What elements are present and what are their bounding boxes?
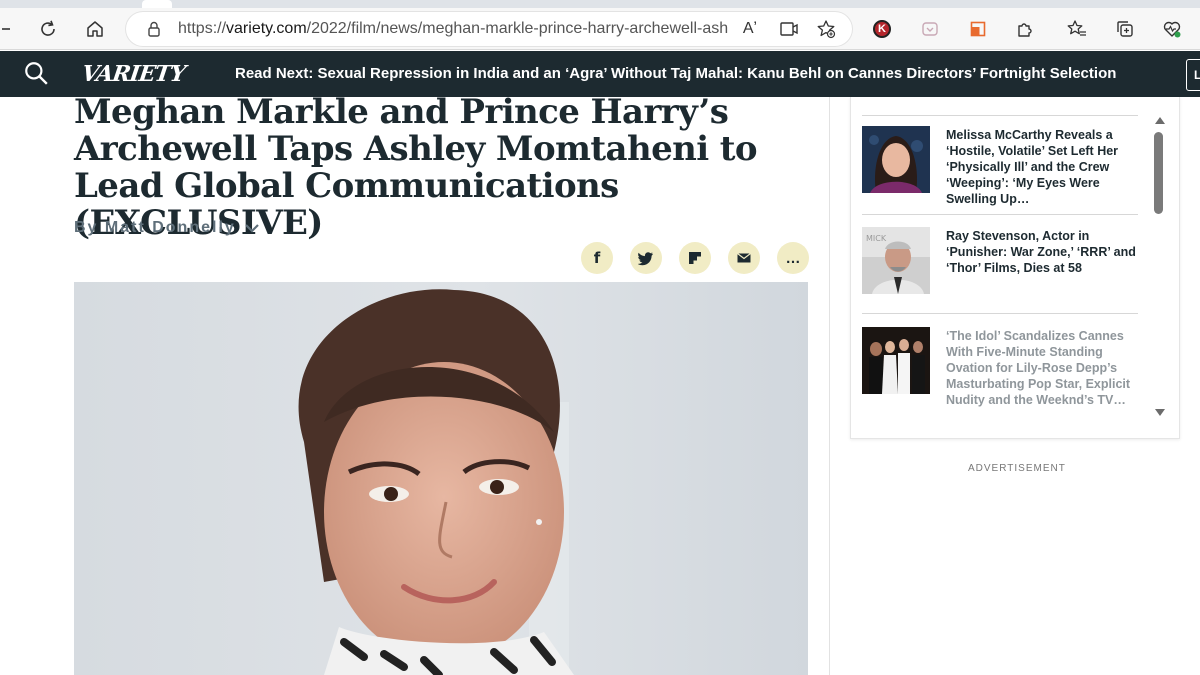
- pocket-icon: [922, 22, 938, 36]
- active-tab[interactable]: [142, 0, 172, 8]
- back-arrow-icon: [2, 28, 10, 30]
- twitter-icon: [638, 252, 653, 266]
- scrollbar-thumb[interactable]: [1154, 132, 1163, 214]
- variety-logo[interactable]: VARIETY: [80, 61, 187, 87]
- flipboard-icon: [689, 252, 701, 264]
- extension-k-button[interactable]: K: [868, 15, 896, 43]
- more-icon: …: [785, 249, 801, 267]
- share-facebook-button[interactable]: f: [581, 242, 613, 274]
- email-icon: [737, 253, 751, 263]
- chevron-down-icon[interactable]: [244, 220, 260, 236]
- story-thumbnail-image: [862, 327, 930, 394]
- header-login-button[interactable]: L: [1186, 59, 1200, 91]
- refresh-button[interactable]: [34, 15, 62, 43]
- browser-toolbar: https://variety.com/2022/film/news/megha…: [0, 8, 1200, 50]
- story-thumbnail-image: MICK: [862, 227, 930, 294]
- related-story-thumbnail[interactable]: [862, 327, 930, 394]
- read-aloud-button[interactable]: Aʼ: [736, 15, 764, 43]
- related-story-item[interactable]: MICK Ray Stevenson, Actor in ‘Punisher: …: [862, 214, 1138, 314]
- immersive-reader-icon: [780, 22, 798, 36]
- favorite-add-icon: [817, 20, 836, 39]
- read-aloud-icon: Aʼ: [742, 20, 758, 37]
- tab-strip: [0, 0, 1200, 8]
- collections-icon: [1117, 21, 1133, 37]
- related-story-title[interactable]: Ray Stevenson, Actor in ‘Punisher: War Z…: [946, 228, 1142, 276]
- url-domain: variety.com: [226, 20, 307, 37]
- immersive-reader-button[interactable]: [775, 15, 803, 43]
- byline[interactable]: By Matt Donnelly: [74, 219, 260, 237]
- url-text[interactable]: https://variety.com/2022/film/news/megha…: [178, 20, 728, 38]
- scroll-up-arrow-icon[interactable]: [1155, 117, 1165, 124]
- share-email-button[interactable]: [728, 242, 760, 274]
- related-story-title[interactable]: ‘The Idol’ Scandalizes Cannes With Five-…: [946, 328, 1142, 408]
- url-prefix: https://: [178, 20, 227, 37]
- related-story-item[interactable]: Melissa McCarthy Reveals a ‘Hostile, Vol…: [862, 115, 1138, 216]
- lock-icon: [148, 21, 160, 37]
- home-button[interactable]: [81, 15, 109, 43]
- collections-button[interactable]: [1111, 15, 1139, 43]
- share-twitter-button[interactable]: [630, 242, 662, 274]
- clip-button[interactable]: [964, 15, 992, 43]
- svg-text:MICK: MICK: [866, 234, 887, 243]
- extensions-icon: [1018, 23, 1032, 37]
- favorites-button[interactable]: [1063, 15, 1091, 43]
- related-story-thumbnail[interactable]: MICK: [862, 227, 930, 294]
- share-more-button[interactable]: …: [777, 242, 809, 274]
- site-info-button[interactable]: [140, 15, 168, 43]
- search-icon: [25, 62, 48, 85]
- home-icon: [87, 21, 103, 37]
- browser-essentials-button[interactable]: [1158, 15, 1186, 43]
- scroll-down-arrow-icon[interactable]: [1155, 409, 1165, 416]
- share-flipboard-button[interactable]: [679, 242, 711, 274]
- health-icon: [1163, 21, 1181, 38]
- related-story-item[interactable]: ‘The Idol’ Scandalizes Cannes With Five-…: [862, 313, 1138, 438]
- sidebar-divider: [829, 97, 830, 675]
- favorites-icon: [1067, 20, 1086, 36]
- site-header: VARIETY Read Next: Sexual Repression in …: [0, 51, 1200, 97]
- clip-icon: [970, 21, 986, 37]
- extension-k-icon: K: [873, 20, 891, 38]
- facebook-icon: f: [593, 249, 601, 267]
- extensions-button[interactable]: [1011, 15, 1039, 43]
- share-bar: f …: [581, 242, 809, 274]
- story-thumbnail-image: [862, 126, 930, 193]
- back-button[interactable]: [0, 15, 14, 43]
- related-story-title[interactable]: Melissa McCarthy Reveals a ‘Hostile, Vol…: [946, 127, 1142, 207]
- related-story-thumbnail[interactable]: [862, 126, 930, 193]
- byline-author[interactable]: By Matt Donnelly: [74, 219, 236, 237]
- pocket-button[interactable]: [916, 15, 944, 43]
- refresh-icon: [41, 20, 55, 36]
- read-next-link[interactable]: Read Next: Sexual Repression in India an…: [235, 65, 1116, 82]
- add-favorite-button[interactable]: [812, 15, 840, 43]
- site-search-button[interactable]: [22, 59, 50, 87]
- hero-portrait-image: [74, 282, 808, 675]
- related-stories-widget: Melissa McCarthy Reveals a ‘Hostile, Vol…: [850, 97, 1180, 439]
- hero-image: [74, 282, 808, 675]
- advertisement-label: ADVERTISEMENT: [968, 463, 1066, 474]
- address-bar[interactable]: https://variety.com/2022/film/news/megha…: [126, 12, 852, 46]
- url-path: /2022/film/news/meghan-markle-prince-har…: [306, 20, 728, 37]
